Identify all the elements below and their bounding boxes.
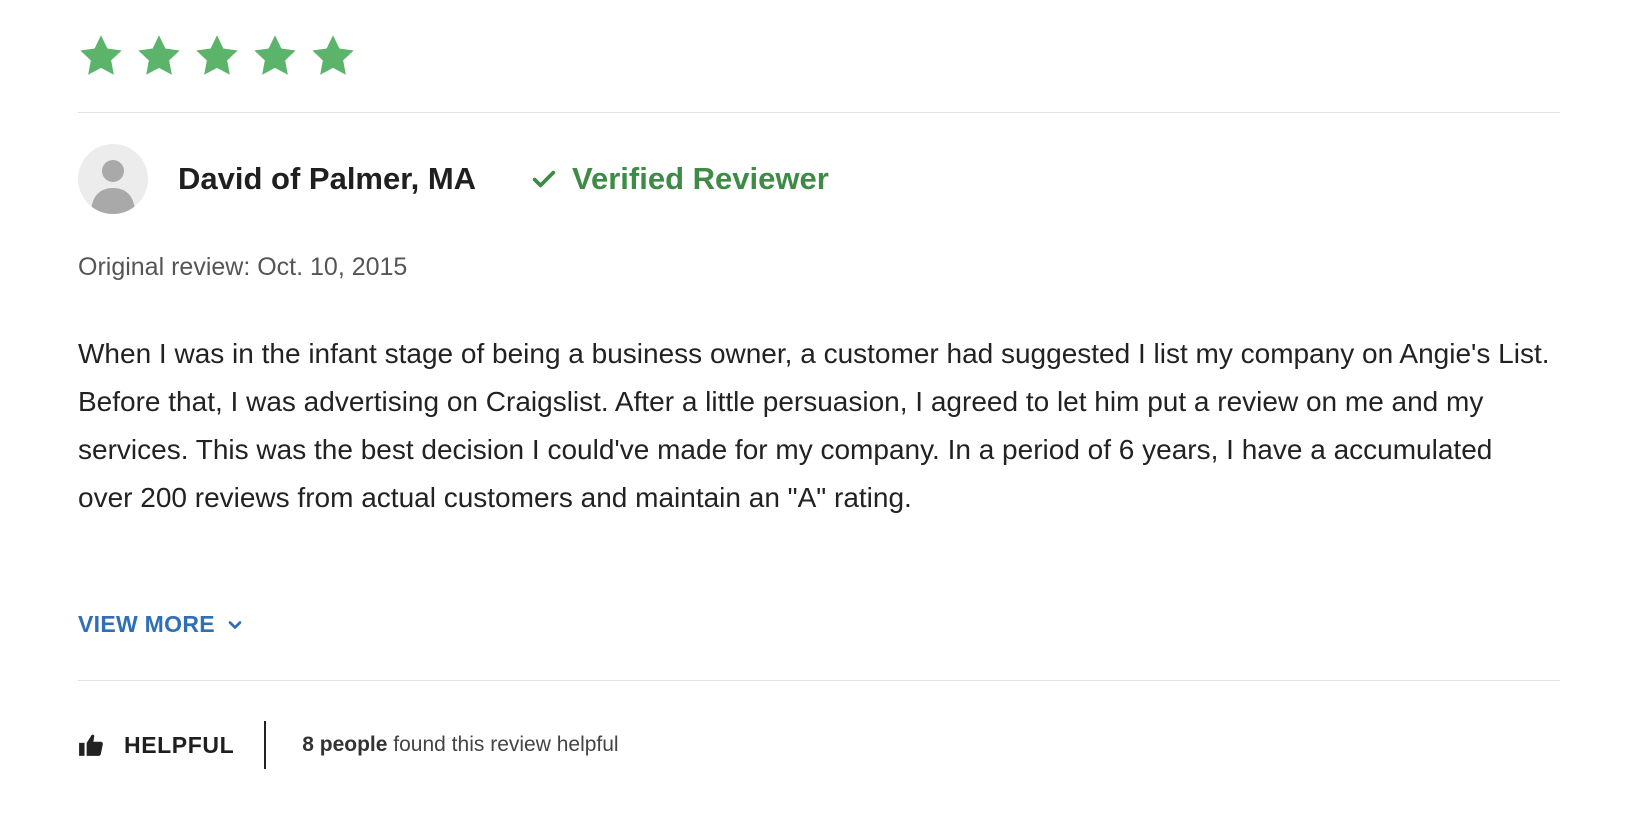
thumbs-up-icon [78, 732, 104, 758]
avatar [78, 144, 148, 214]
review-date: Original review: Oct. 10, 2015 [78, 253, 408, 281]
reviewer-header: David of Palmer, MA Verified Reviewer [78, 143, 829, 215]
helpful-bar: HELPFUL 8 people found this review helpf… [78, 720, 619, 770]
reviewer-name: David of Palmer, MA [178, 161, 477, 196]
verified-badge: Verified Reviewer [530, 161, 829, 197]
user-silhouette-icon [91, 160, 135, 214]
helpful-label: HELPFUL [124, 731, 235, 758]
verified-label: Verified Reviewer [572, 161, 829, 196]
star-icon [78, 33, 124, 79]
view-more-button[interactable]: VIEW MORE [78, 611, 245, 638]
star-rating [78, 33, 356, 79]
view-more-label: VIEW MORE [78, 611, 215, 637]
star-icon [136, 33, 182, 79]
helpful-count: 8 people found this review helpful [302, 733, 618, 757]
star-icon [310, 33, 356, 79]
star-icon [194, 33, 240, 79]
star-icon [252, 33, 298, 79]
review-card: David of Palmer, MA Verified Reviewer Or… [78, 0, 1560, 816]
helpful-count-number: 8 people [302, 733, 388, 756]
chevron-down-icon [225, 615, 245, 635]
helpful-count-text: found this review helpful [393, 733, 619, 756]
check-icon [530, 165, 558, 193]
divider [78, 680, 1560, 681]
vertical-divider [264, 721, 267, 769]
review-text: When I was in the infant stage of being … [78, 338, 1550, 513]
divider [78, 112, 1560, 113]
helpful-button[interactable]: HELPFUL [78, 732, 234, 759]
